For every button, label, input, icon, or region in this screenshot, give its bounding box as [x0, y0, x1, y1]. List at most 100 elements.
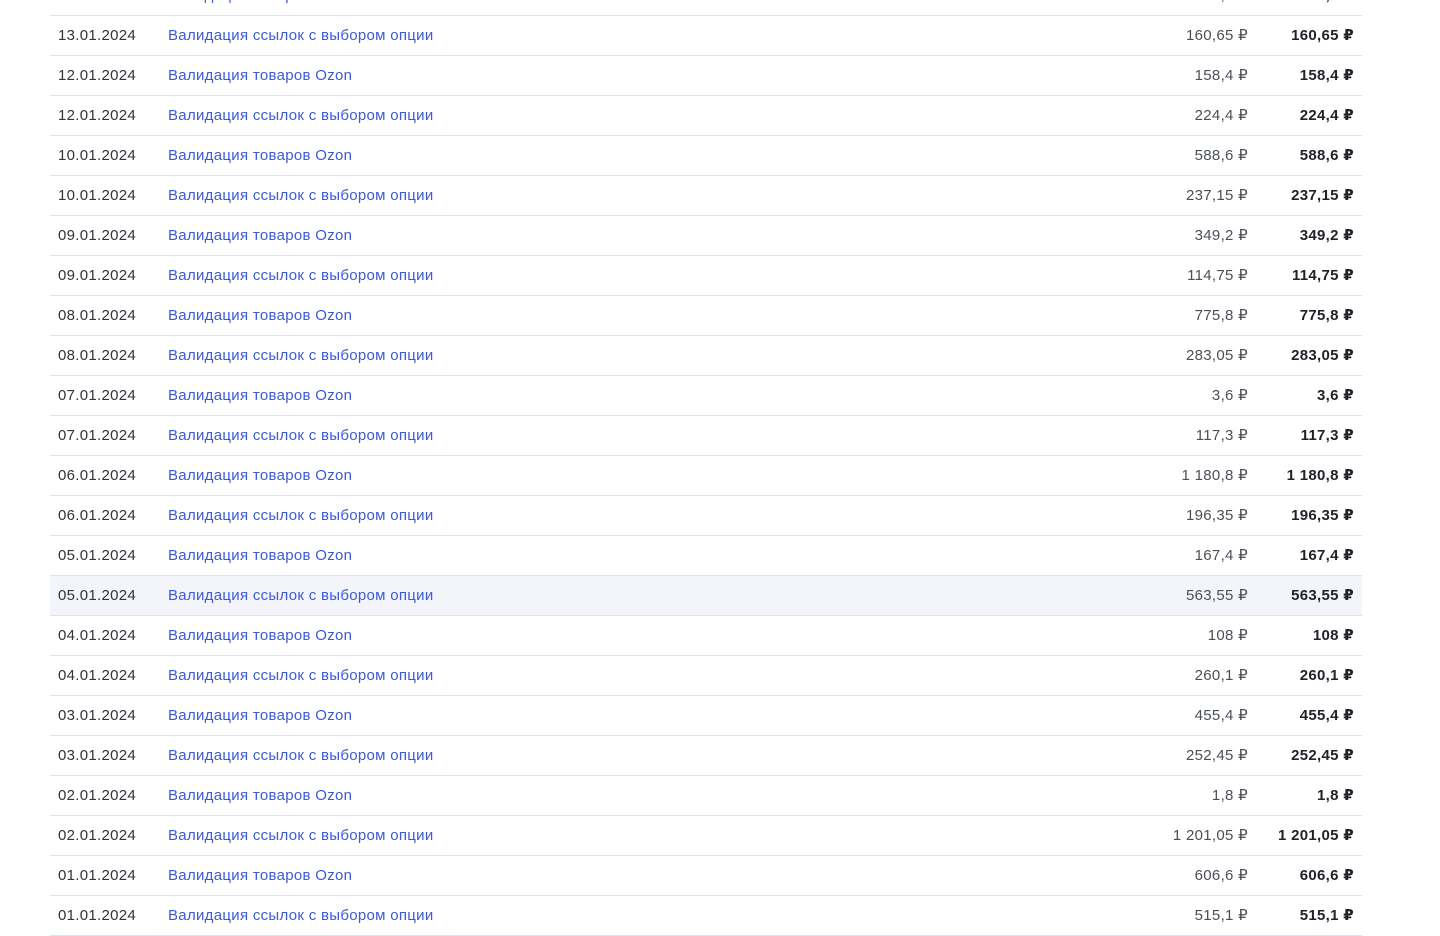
row-date: 10.01.2024 — [58, 187, 137, 204]
row-amount: 3,6 ₽ — [1211, 387, 1248, 404]
row-total: 117,3 ₽ — [1300, 427, 1354, 444]
table-row: 03.01.2024 Валидация ссылок с выбором опц… — [50, 736, 1362, 776]
row-amount: 455,4 ₽ — [1194, 707, 1248, 724]
row-service-link[interactable]: Валидация ссылок с выбором опции — [168, 176, 434, 215]
row-amount: 6,4 ₽ — [1212, 0, 1248, 15]
table-row: 12.01.2024 Валидация товаров Ozon 158,4 ₽ 1… — [50, 56, 1362, 96]
table-row: 04.01.2024 Валидация товаров Ozon 108 ₽ 108… — [50, 616, 1362, 656]
table-row: 01.01.2024 Валидация товаров Ozon 606,6 ₽ 6… — [50, 856, 1362, 896]
row-date: 01.01.2024 — [58, 907, 137, 924]
row-service-link[interactable]: Валидация товаров Ozon — [168, 616, 352, 655]
row-service-link[interactable]: Валидация товаров Ozon — [168, 0, 352, 15]
row-service-link[interactable]: Валидация ссылок с выбором опции — [168, 896, 434, 935]
table-row: 08.01.2024 Валидация ссылок с выбором опц… — [50, 336, 1362, 376]
row-date: 03.01.2024 — [58, 707, 137, 724]
table-row: 09.01.2024 Валидация ссылок с выбором опц… — [50, 256, 1362, 296]
row-date: 10.01.2024 — [58, 147, 137, 164]
row-date: 07.01.2024 — [58, 387, 137, 404]
row-service-link[interactable]: Валидация товаров Ozon — [168, 216, 352, 255]
row-total: 158,4 ₽ — [1299, 67, 1354, 84]
row-total: 224,4 ₽ — [1299, 107, 1354, 124]
row-amount: 775,8 ₽ — [1194, 307, 1248, 324]
row-total: 160,65 ₽ — [1291, 27, 1354, 44]
table-row: 03.01.2024 Валидация товаров Ozon 455,4 ₽ 4… — [50, 696, 1362, 736]
row-date: 08.01.2024 — [58, 347, 137, 364]
row-date: 02.01.2024 — [58, 827, 137, 844]
row-total: 775,8 ₽ — [1299, 307, 1354, 324]
row-total: 237,15 ₽ — [1291, 187, 1354, 204]
row-date: 06.01.2024 — [58, 507, 137, 524]
row-total: 196,35 ₽ — [1291, 507, 1354, 524]
row-amount: 196,35 ₽ — [1186, 507, 1248, 524]
row-date: 08.01.2024 — [58, 307, 137, 324]
row-service-link[interactable]: Валидация товаров Ozon — [168, 296, 352, 335]
row-date: 05.01.2024 — [58, 587, 137, 604]
row-amount: 563,55 ₽ — [1186, 587, 1248, 604]
row-total: 588,6 ₽ — [1299, 147, 1354, 164]
row-amount: 237,15 ₽ — [1186, 187, 1248, 204]
row-total: 6,4 ₽ — [1317, 0, 1354, 15]
table-row: 01.01.2024 Валидация ссылок с выбором опц… — [50, 896, 1362, 936]
table-row: 10.01.2024 Валидация товаров Ozon 588,6 ₽ 5… — [50, 136, 1362, 176]
row-total: 1 201,05 ₽ — [1278, 827, 1354, 844]
row-amount: 108 ₽ — [1207, 627, 1248, 644]
row-service-link[interactable]: Валидация ссылок с выбором опции — [168, 336, 434, 375]
row-date: 12.01.2024 — [58, 107, 137, 124]
row-total: 1 180,8 ₽ — [1286, 467, 1354, 484]
row-service-link[interactable]: Валидация ссылок с выбором опции — [168, 416, 434, 455]
table-row: 07.01.2024 Валидация товаров Ozon 3,6 ₽ 3,6… — [50, 376, 1362, 416]
row-date: 07.01.2024 — [58, 427, 137, 444]
row-total: 563,55 ₽ — [1291, 587, 1354, 604]
row-total: 167,4 ₽ — [1299, 547, 1354, 564]
row-service-link[interactable]: Валидация товаров Ozon — [168, 696, 352, 735]
table-row: 07.01.2024 Валидация ссылок с выбором опц… — [50, 416, 1362, 456]
row-service-link[interactable]: Валидация товаров Ozon — [168, 56, 352, 95]
row-service-link[interactable]: Валидация товаров Ozon — [168, 376, 352, 415]
row-amount: 167,4 ₽ — [1194, 547, 1248, 564]
table-row: 02.01.2024 Валидация товаров Ozon 1,8 ₽ 1,8… — [50, 776, 1362, 816]
row-total: 606,6 ₽ — [1299, 867, 1354, 884]
row-total: 252,45 ₽ — [1291, 747, 1354, 764]
row-amount: 515,1 ₽ — [1194, 907, 1248, 924]
row-amount: 114,75 ₽ — [1187, 267, 1248, 284]
row-service-link[interactable]: Валидация товаров Ozon — [168, 776, 352, 815]
transactions-table: 13.01.2024 Валидация товаров Ozon 6,4 ₽ 6,4… — [50, 0, 1362, 936]
row-service-link[interactable]: Валидация ссылок с выбором опции — [168, 656, 434, 695]
row-date: 12.01.2024 — [58, 67, 137, 84]
row-total: 349,2 ₽ — [1299, 227, 1354, 244]
row-amount: 349,2 ₽ — [1194, 227, 1248, 244]
row-date: 06.01.2024 — [58, 467, 137, 484]
row-service-link[interactable]: Валидация товаров Ozon — [168, 136, 352, 175]
row-service-link[interactable]: Валидация товаров Ozon — [168, 456, 352, 495]
row-date: 09.01.2024 — [58, 267, 137, 284]
row-date: 04.01.2024 — [58, 667, 137, 684]
row-date: 13.01.2024 — [58, 27, 137, 44]
row-service-link[interactable]: Валидация ссылок с выбором опции — [168, 736, 434, 775]
table-row: 06.01.2024 Валидация ссылок с выбором опц… — [50, 496, 1362, 536]
row-service-link[interactable]: Валидация товаров Ozon — [168, 536, 352, 575]
row-amount: 252,45 ₽ — [1186, 747, 1248, 764]
row-amount: 117,3 ₽ — [1195, 427, 1248, 444]
row-total: 114,75 ₽ — [1291, 267, 1354, 284]
row-amount: 1 180,8 ₽ — [1181, 467, 1248, 484]
row-total: 108 ₽ — [1312, 627, 1354, 644]
row-amount: 224,4 ₽ — [1194, 107, 1248, 124]
row-service-link[interactable]: Валидация ссылок с выбором опции — [168, 816, 434, 855]
row-amount: 606,6 ₽ — [1194, 867, 1248, 884]
table-row: 06.01.2024 Валидация товаров Ozon 1 180,8 … — [50, 456, 1362, 496]
row-amount: 1 201,05 ₽ — [1172, 827, 1248, 844]
row-amount: 160,65 ₽ — [1186, 27, 1248, 44]
table-row: 05.01.2024 Валидация ссылок с выбором опц… — [50, 576, 1362, 616]
row-total: 260,1 ₽ — [1299, 667, 1354, 684]
row-date: 05.01.2024 — [58, 547, 137, 564]
table-row: 13.01.2024 Валидация ссылок с выбором опц… — [50, 16, 1362, 56]
row-date: 04.01.2024 — [58, 627, 137, 644]
row-service-link[interactable]: Валидация товаров Ozon — [168, 856, 352, 895]
row-service-link[interactable]: Валидация ссылок с выбором опции — [168, 96, 434, 135]
row-service-link[interactable]: Валидация ссылок с выбором опции — [168, 496, 434, 535]
row-total: 3,6 ₽ — [1317, 387, 1354, 404]
table-row: 08.01.2024 Валидация товаров Ozon 775,8 ₽ 7… — [50, 296, 1362, 336]
row-service-link[interactable]: Валидация ссылок с выбором опции — [168, 16, 434, 55]
row-service-link[interactable]: Валидация ссылок с выбором опции — [168, 256, 434, 295]
row-service-link[interactable]: Валидация ссылок с выбором опции — [168, 576, 434, 615]
